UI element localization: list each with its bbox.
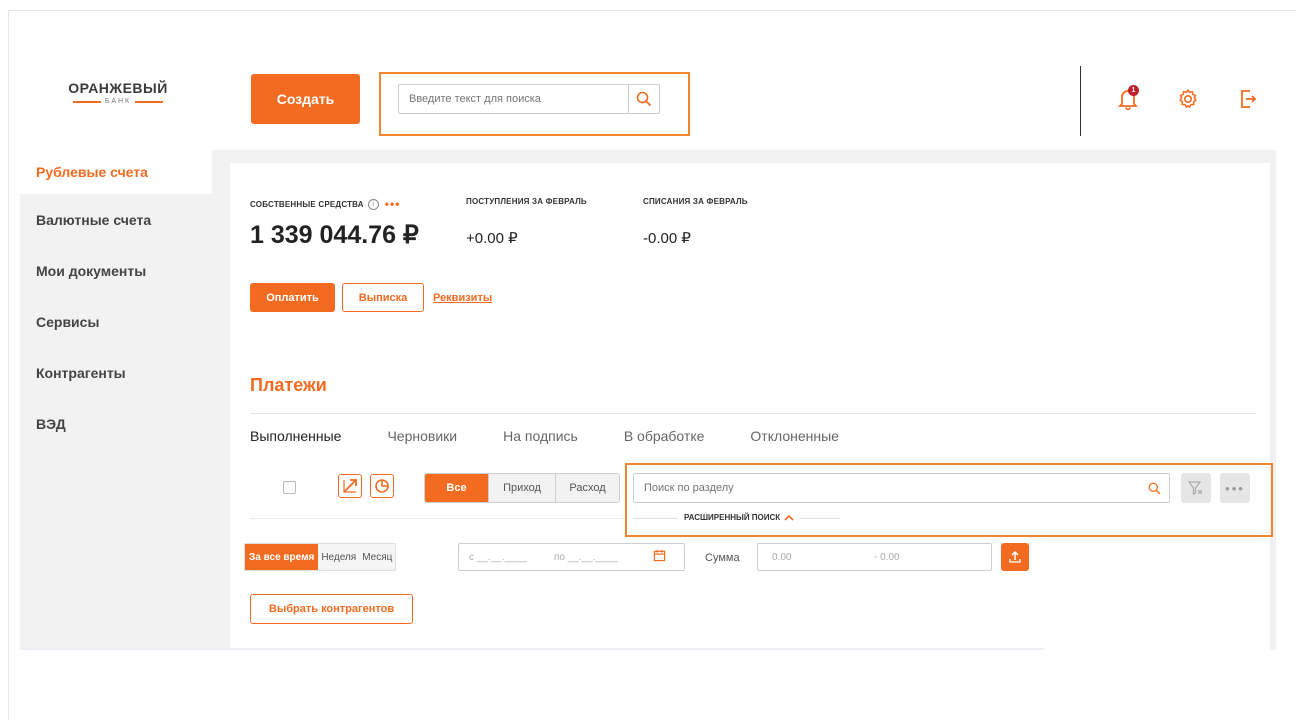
global-search-input[interactable] <box>399 85 628 113</box>
pay-button[interactable]: Оплатить <box>250 283 335 312</box>
filter-income-button[interactable]: Приход <box>488 474 555 502</box>
clear-filter-icon[interactable] <box>1181 473 1211 503</box>
more-options-button[interactable]: ••• <box>1220 473 1250 503</box>
trend-chart-icon[interactable] <box>338 474 362 498</box>
income-label: ПОСТУПЛЕНИЯ ЗА ФЕВРАЛЬ <box>466 197 587 206</box>
tab-drafts[interactable]: Черновики <box>387 428 457 444</box>
payments-tabs: Выполненные Черновики На подпись В обраб… <box>250 428 885 444</box>
outgo-amount: -0.00 ₽ <box>643 230 691 247</box>
filter-row-divider <box>250 518 625 519</box>
logout-icon[interactable] <box>1236 87 1260 111</box>
section-search-icon[interactable] <box>1139 482 1169 495</box>
settings-gear-icon[interactable] <box>1176 87 1200 111</box>
notifications-bell-icon[interactable]: 1 <box>1116 85 1140 111</box>
type-filter: Все Приход Расход <box>424 473 620 503</box>
filter-outgo-button[interactable]: Расход <box>555 474 619 502</box>
own-funds-label-text: СОБСТВЕННЫЕ СРЕДСТВА <box>250 199 364 209</box>
select-all-checkbox[interactable] <box>283 481 296 494</box>
payments-title: Платежи <box>250 375 327 395</box>
bottom-divider <box>20 648 1044 650</box>
search-icon[interactable] <box>628 85 659 113</box>
chevron-up-icon <box>784 514 794 521</box>
tab-processing[interactable]: В обработке <box>624 428 705 444</box>
bank-logo[interactable]: ОРАНЖЕВЫЙ БАНК <box>58 80 178 120</box>
date-from-field[interactable]: с __.__.____ <box>469 552 554 563</box>
calendar-icon[interactable] <box>653 549 666 565</box>
tab-for-signature[interactable]: На подпись <box>503 428 578 444</box>
section-search <box>633 473 1170 503</box>
own-funds-label: СОБСТВЕННЫЕ СРЕДСТВА i ••• <box>250 197 400 211</box>
sidebar-item-contractors[interactable]: Контрагенты <box>20 347 212 398</box>
sidebar-item-ved[interactable]: ВЭД <box>20 398 212 449</box>
date-range-input[interactable]: с __.__.____ по __.__.____ <box>458 543 685 571</box>
info-icon[interactable]: i <box>367 198 379 210</box>
date-to-field[interactable]: по __.__.____ <box>554 552 649 563</box>
period-month[interactable]: Месяц <box>359 544 396 570</box>
create-button[interactable]: Создать <box>251 74 360 124</box>
section-divider <box>250 413 1256 414</box>
sum-label: Сумма <box>705 552 740 564</box>
sidebar: Рублевые счета Валютные счета Мои докуме… <box>20 150 212 650</box>
section-search-input[interactable] <box>634 482 1139 494</box>
sum-from-field[interactable]: 0.00 <box>772 552 874 563</box>
sidebar-item-services[interactable]: Сервисы <box>20 296 212 347</box>
sidebar-item-currency-accounts[interactable]: Валютные счета <box>20 194 212 245</box>
pie-chart-icon[interactable] <box>370 474 394 498</box>
sidebar-item-ruble-accounts[interactable]: Рублевые счета <box>20 150 212 194</box>
sum-to-field[interactable]: - 0.00 <box>874 552 900 563</box>
global-search <box>398 84 660 114</box>
logo-sub-text: БАНК <box>104 98 132 105</box>
logo-title: ОРАНЖЕВЫЙ <box>68 80 168 96</box>
sidebar-item-my-documents[interactable]: Мои документы <box>20 245 212 296</box>
logo-subtitle: БАНК <box>58 98 178 105</box>
income-amount: +0.00 ₽ <box>466 230 518 247</box>
period-week[interactable]: Неделя <box>318 544 360 570</box>
sum-range-input[interactable]: 0.00 - 0.00 <box>757 543 992 571</box>
header-divider <box>1080 66 1081 136</box>
export-upload-icon[interactable] <box>1001 543 1029 571</box>
filter-all-button[interactable]: Все <box>425 474 488 502</box>
statement-button[interactable]: Выписка <box>342 283 424 312</box>
choose-contractors-button[interactable]: Выбрать контрагентов <box>250 594 413 624</box>
tab-completed[interactable]: Выполненные <box>250 428 341 444</box>
tab-rejected[interactable]: Отклоненные <box>750 428 839 444</box>
period-all-time[interactable]: За все время <box>245 544 319 570</box>
advanced-search-toggle[interactable]: РАСШИРЕННЫЙ ПОИСК <box>678 513 801 522</box>
notification-badge: 1 <box>1128 85 1139 96</box>
more-dots-icon[interactable]: ••• <box>385 197 401 211</box>
own-funds-amount: 1 339 044.76 ₽ <box>250 221 419 249</box>
outgo-label: СПИСАНИЯ ЗА ФЕВРАЛЬ <box>643 197 748 206</box>
advanced-search-label: РАСШИРЕННЫЙ ПОИСК <box>684 513 781 522</box>
requisites-link[interactable]: Реквизиты <box>433 292 492 304</box>
period-filter: За все время Неделя Месяц <box>244 543 397 571</box>
